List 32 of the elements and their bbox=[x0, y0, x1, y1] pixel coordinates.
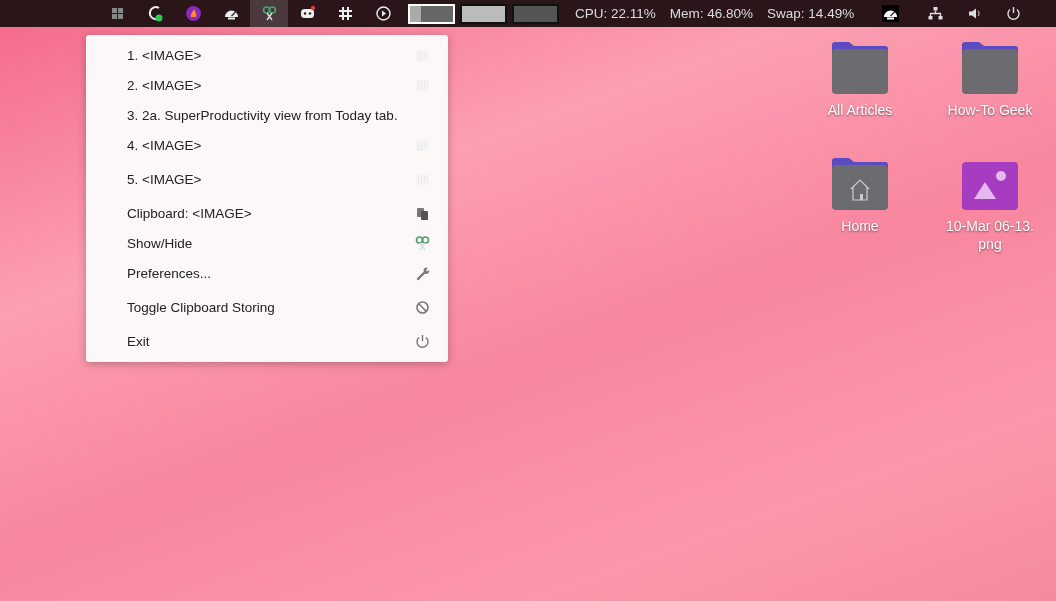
system-stat: CPU: 22.11% bbox=[575, 6, 656, 21]
menu-item[interactable]: 2. <IMAGE> bbox=[86, 70, 448, 100]
menu-item[interactable]: 4. <IMAGE> bbox=[86, 130, 448, 160]
workspace-thumbnail[interactable] bbox=[460, 3, 507, 24]
power-icon bbox=[1005, 5, 1023, 22]
home-folder-icon bbox=[831, 157, 889, 211]
tray-button[interactable] bbox=[1005, 5, 1023, 22]
menu-item[interactable]: 3. 2a. SuperProductivity view from Today tab. bbox=[86, 100, 448, 130]
tray-button[interactable] bbox=[882, 5, 900, 22]
play-icon bbox=[374, 5, 392, 22]
flame-icon bbox=[184, 5, 202, 22]
folder-icon bbox=[831, 41, 889, 95]
power-icon bbox=[414, 332, 431, 350]
scissors-icon bbox=[414, 234, 431, 252]
system-stat: Swap: 14.49% bbox=[767, 6, 855, 21]
hash-icon bbox=[336, 5, 354, 22]
workspace-thumbnail[interactable] bbox=[512, 3, 559, 24]
blocked-icon bbox=[414, 298, 431, 316]
folder-icon bbox=[961, 41, 1019, 95]
scissors-icon bbox=[260, 5, 278, 22]
menu-item[interactable]: Show/Hide bbox=[86, 228, 448, 258]
menu-item[interactable]: 1. <IMAGE> bbox=[86, 40, 448, 70]
network-icon bbox=[927, 5, 945, 22]
system-stat: Mem: 46.80% bbox=[669, 6, 754, 21]
menu-item[interactable]: 5. <IMAGE> bbox=[86, 160, 448, 198]
menu-item[interactable]: Toggle Clipboard Storing bbox=[86, 288, 448, 326]
menu-item[interactable]: Preferences... bbox=[86, 258, 448, 288]
image-file-icon bbox=[961, 161, 1019, 211]
tray-button[interactable] bbox=[927, 5, 945, 22]
menu-item[interactable]: Clipboard: <IMAGE> bbox=[86, 198, 448, 228]
menu-item[interactable]: Exit bbox=[86, 326, 448, 356]
ring-icon bbox=[146, 5, 164, 22]
